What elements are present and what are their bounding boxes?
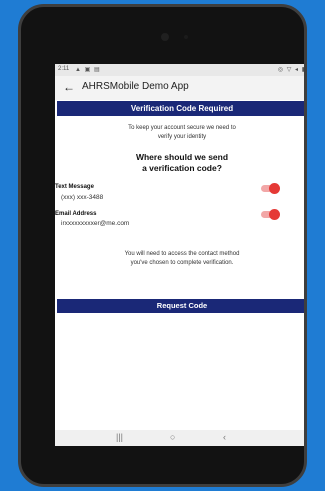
app-title: AHRSMobile Demo App: [82, 81, 189, 92]
verification-note: You will need to access the contact meth…: [55, 250, 304, 268]
intro-line-1: To keep your account secure we need to: [128, 125, 236, 131]
app-screen: 2:11 ▲ ▣ ▤ ◎ ▽ ◂ ▮ ← AHRSMobile Demo App…: [55, 64, 306, 446]
request-code-button[interactable]: Request Code: [57, 299, 304, 313]
toggle-knob: [269, 209, 280, 220]
front-sensor: [184, 35, 188, 39]
app-bar: ← AHRSMobile Demo App: [55, 76, 304, 100]
intro-text: To keep your account secure we need to v…: [55, 124, 304, 142]
system-nav-bar: ||| ○ ‹: [55, 430, 304, 446]
text-message-toggle[interactable]: [261, 183, 280, 194]
email-address-value: irxxxxxxxxxer@me.com: [61, 220, 130, 227]
intro-line-2: verify your identity: [157, 134, 207, 140]
text-message-value: (xxx) xxx-3488: [61, 194, 104, 201]
toggle-knob: [269, 183, 280, 194]
front-camera: [161, 33, 169, 41]
arrow-left-icon[interactable]: ←: [63, 80, 75, 94]
question-heading: Where should we send a verification code…: [55, 152, 304, 174]
tablet-device: 2:11 ▲ ▣ ▤ ◎ ▽ ◂ ▮ ← AHRSMobile Demo App…: [18, 4, 307, 487]
email-address-label: Email Address: [55, 211, 97, 217]
question-line-2: a verification code?: [142, 163, 222, 173]
home-button[interactable]: ○: [170, 432, 175, 442]
status-notification-icons: ▲ ▣ ▤: [75, 67, 101, 73]
nav-back-button[interactable]: ‹: [223, 432, 226, 442]
email-address-toggle[interactable]: [261, 209, 280, 220]
status-system-icons: ◎ ▽ ◂ ▮: [277, 67, 306, 73]
status-time: 2:11: [58, 66, 70, 72]
note-line-2: you've chosen to complete verification.: [130, 260, 234, 266]
recents-button[interactable]: |||: [116, 432, 123, 442]
text-message-label: Text Message: [55, 184, 94, 190]
note-line-1: You will need to access the contact meth…: [124, 251, 240, 257]
question-line-1: Where should we send: [135, 152, 229, 162]
status-bar: 2:11 ▲ ▣ ▤ ◎ ▽ ◂ ▮: [55, 64, 306, 76]
verification-banner: Verification Code Required: [57, 101, 304, 116]
